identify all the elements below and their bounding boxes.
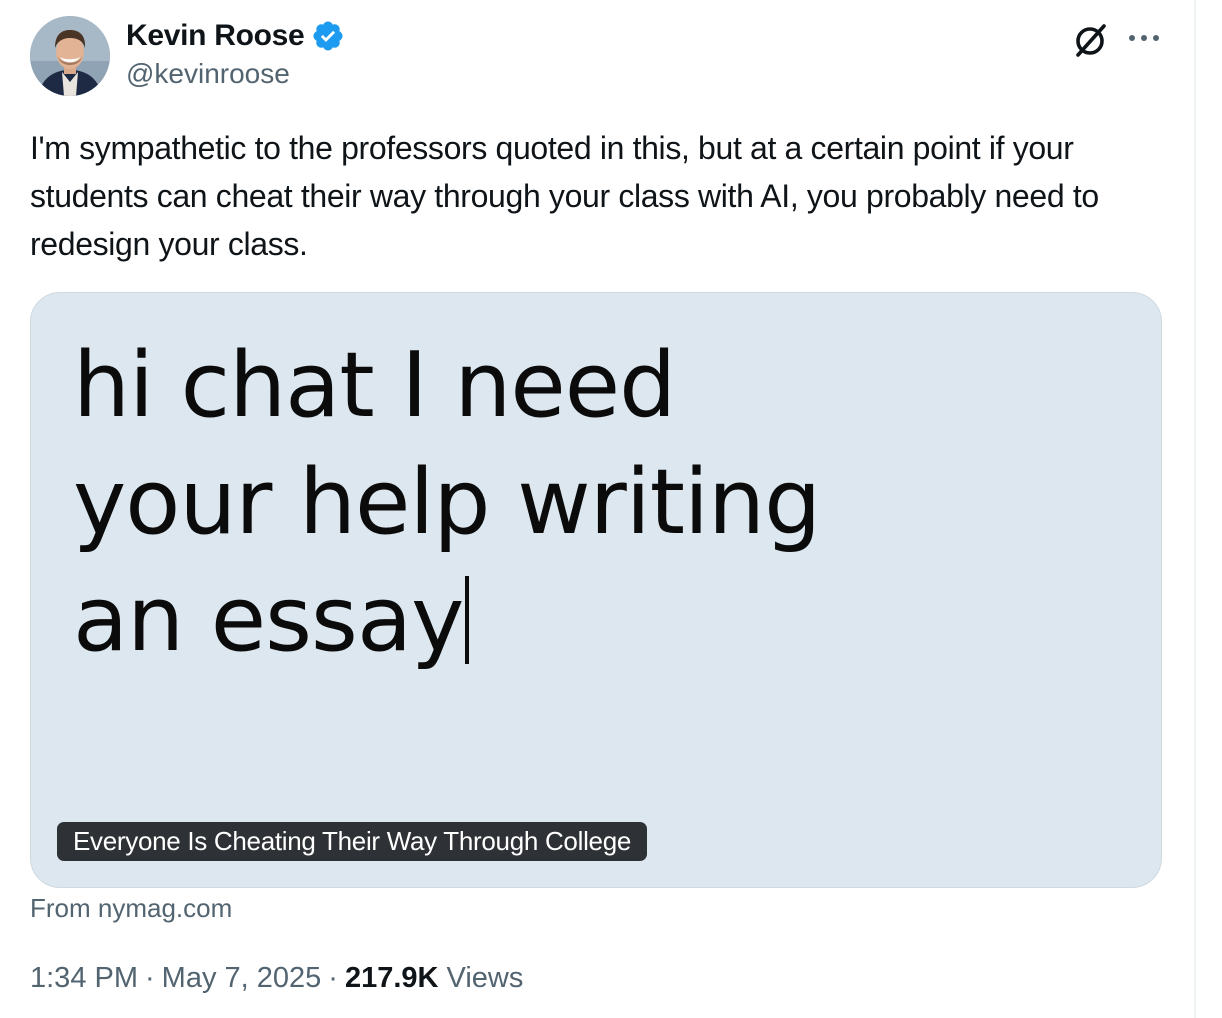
meta-separator: ·	[328, 962, 338, 994]
tweet-meta: 1:34 PM · May 7, 2025 · 217.9K Views	[30, 962, 523, 995]
text-cursor-caret	[465, 576, 470, 664]
timeline-divider	[1194, 0, 1196, 1018]
views-label: Views	[446, 962, 524, 994]
card-image-line-1: hi chat I need	[73, 333, 676, 438]
tweet-time[interactable]: 1:34 PM	[30, 962, 138, 994]
author-avatar[interactable]	[30, 16, 110, 96]
card-image-text: hi chat I need your help writing an essay	[73, 327, 1133, 678]
author-handle[interactable]: @kevinroose	[126, 58, 290, 90]
avatar-image	[30, 16, 110, 96]
card-image-line-2: your help writing	[73, 450, 821, 555]
card-source-link[interactable]: From nymag.com	[30, 893, 232, 924]
tweet-date[interactable]: May 7, 2025	[162, 962, 322, 994]
tweet-text: I'm sympathetic to the professors quoted…	[30, 130, 1099, 262]
card-title: Everyone Is Cheating Their Way Through C…	[57, 822, 648, 861]
more-options-icon[interactable]	[1124, 22, 1164, 56]
author-name-row[interactable]: Kevin Roose	[126, 16, 345, 56]
card-image-line-3: an essay	[73, 567, 464, 672]
link-preview-card[interactable]: hi chat I need your help writing an essay …	[30, 292, 1162, 888]
grok-icon[interactable]	[1070, 20, 1110, 60]
meta-separator: ·	[145, 962, 155, 994]
author-name[interactable]: Kevin Roose	[126, 19, 305, 53]
verified-badge-icon[interactable]	[311, 19, 345, 53]
views-count: 217.9K	[344, 962, 439, 994]
